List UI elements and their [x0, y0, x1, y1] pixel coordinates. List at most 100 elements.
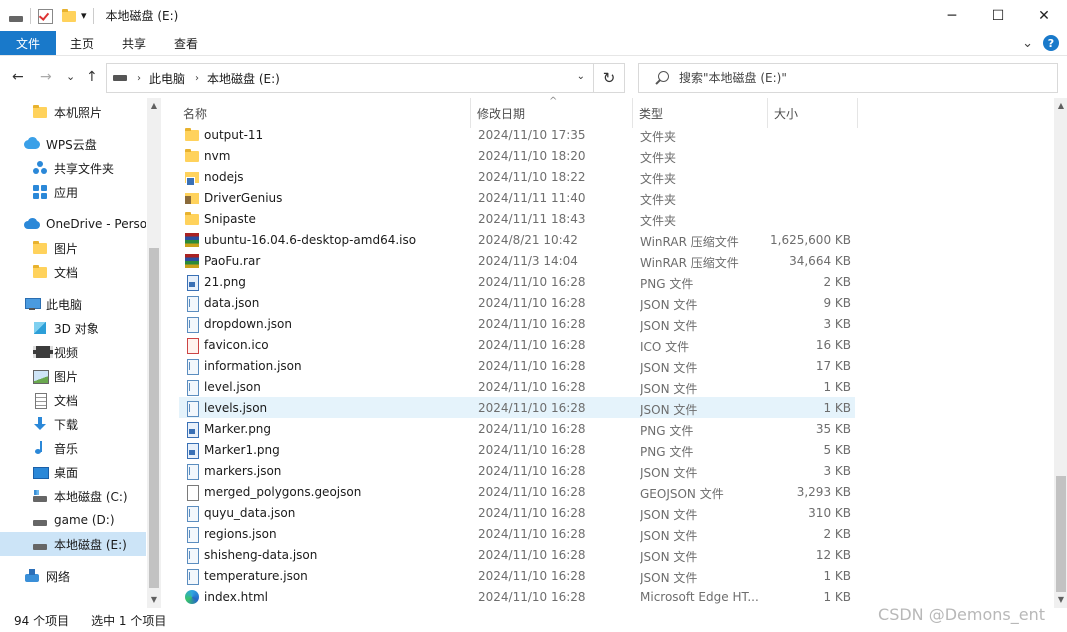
sidebar-item[interactable]: 共享文件夹 — [0, 156, 146, 180]
file-row[interactable]: merged_polygons.geojson 2024/11/10 16:28 G… — [179, 481, 855, 502]
tab-view[interactable]: 查看 — [160, 31, 212, 55]
sidebar-item[interactable]: 图片 — [0, 236, 146, 260]
file-size: 2 KB — [823, 527, 851, 541]
drive-icon[interactable] — [8, 8, 24, 24]
sidebar-item[interactable]: 本地磁盘 (C:) — [0, 484, 146, 508]
file-row[interactable]: dropdown.json 2024/11/10 16:28 JSON 文件 3 KB — [179, 313, 855, 334]
file-row[interactable]: 21.png 2024/11/10 16:28 PNG 文件 2 KB — [179, 271, 855, 292]
sidebar-item[interactable]: 下载 — [0, 412, 146, 436]
file-date: 2024/11/10 16:28 — [478, 401, 586, 415]
sidebar-item[interactable]: 网络 — [0, 564, 146, 588]
file-list-scrollbar[interactable]: ▲ ▼ — [1054, 98, 1067, 608]
scroll-down-icon[interactable]: ▼ — [1054, 592, 1067, 606]
sidebar-scrollbar[interactable]: ▲ ▼ — [147, 98, 161, 608]
file-date: 2024/11/10 16:28 — [478, 506, 586, 520]
file-row[interactable]: regions.json 2024/11/10 16:28 JSON 文件 2 KB — [179, 523, 855, 544]
up-arrow-icon[interactable]: ↑ — [86, 69, 98, 85]
file-row[interactable]: output-11 2024/11/10 17:35 文件夹 — [179, 124, 855, 145]
search-box[interactable] — [638, 63, 1058, 93]
recent-locations-icon[interactable]: ⌄ — [66, 70, 75, 83]
file-row[interactable]: ubuntu-16.04.6-desktop-amd64.iso 2024/8/2… — [179, 229, 855, 250]
file-row[interactable]: index.html 2024/11/10 16:28 Microsoft Edge… — [179, 586, 855, 607]
file-row[interactable]: PaoFu.rar 2024/11/3 14:04 WinRAR 压缩文件 34,66… — [179, 250, 855, 271]
sidebar-item[interactable]: 此电脑 — [0, 292, 146, 316]
refresh-button[interactable]: ↻ — [594, 63, 625, 93]
sidebar-item[interactable]: 视频 — [0, 340, 146, 364]
sidebar-item[interactable]: OneDrive - Perso — [0, 212, 146, 236]
sidebar-item[interactable]: 音乐 — [0, 436, 146, 460]
sidebar-item[interactable]: 3D 对象 — [0, 316, 146, 340]
tab-share[interactable]: 共享 — [108, 31, 160, 55]
chevron-right-icon[interactable]: › — [195, 73, 199, 84]
file-row[interactable]: markers.json 2024/11/10 16:28 JSON 文件 3 KB — [179, 460, 855, 481]
window-title: 本地磁盘 (E:) — [105, 9, 179, 23]
sidebar-item[interactable]: WPS云盘 — [0, 132, 146, 156]
maximize-button[interactable]: ☐ — [975, 0, 1021, 31]
close-button[interactable]: ✕ — [1021, 0, 1067, 31]
music-icon — [32, 440, 48, 456]
tab-home[interactable]: 主页 — [56, 31, 108, 55]
sidebar-item-label: 本地磁盘 (C:) — [54, 489, 128, 504]
minimize-button[interactable]: ─ — [929, 0, 975, 31]
sidebar-item[interactable]: game (D:) — [0, 508, 146, 532]
sidebar-item[interactable]: 文档 — [0, 388, 146, 412]
sidebar-scrollbar-thumb[interactable] — [149, 248, 159, 588]
tab-file[interactable]: 文件 — [0, 31, 56, 55]
file-row[interactable]: Snipaste 2024/11/11 18:43 文件夹 — [179, 208, 855, 229]
file-name: information.json — [204, 358, 302, 373]
file-name: nodejs — [204, 169, 244, 184]
json-icon — [184, 400, 200, 417]
file-row[interactable]: DriverGenius 2024/11/11 11:40 文件夹 — [179, 187, 855, 208]
file-row[interactable]: Marker1.png 2024/11/10 16:28 PNG 文件 5 KB — [179, 439, 855, 460]
file-name-cell: index.html — [184, 588, 268, 605]
file-row[interactable]: quyu_data.json 2024/11/10 16:28 JSON 文件 310… — [179, 502, 855, 523]
forward-arrow-icon[interactable]: → — [40, 69, 52, 85]
file-row[interactable]: Marker.png 2024/11/10 16:28 PNG 文件 35 KB — [179, 418, 855, 439]
file-row[interactable]: nvm 2024/11/10 18:20 文件夹 — [179, 145, 855, 166]
breadcrumb-current[interactable]: 本地磁盘 (E:) — [207, 70, 280, 87]
share-icon — [32, 160, 48, 176]
file-row[interactable]: shisheng-data.json 2024/11/10 16:28 JSON 文… — [179, 544, 855, 565]
sidebar-item[interactable]: 本地磁盘 (E:) — [0, 532, 146, 556]
file-row[interactable]: information.json 2024/11/10 16:28 JSON 文件 1… — [179, 355, 855, 376]
file-row[interactable]: favicon.ico 2024/11/10 16:28 ICO 文件 16 KB — [179, 334, 855, 355]
file-size: 9 KB — [823, 296, 851, 310]
sidebar-item[interactable]: 应用 — [0, 180, 146, 204]
file-row[interactable]: level.json 2024/11/10 16:28 JSON 文件 1 KB — [179, 376, 855, 397]
file-list-scrollbar-thumb[interactable] — [1056, 476, 1066, 592]
file-size: 3 KB — [823, 317, 851, 331]
scroll-up-icon[interactable]: ▲ — [1054, 98, 1067, 112]
file-row[interactable]: data.json 2024/11/10 16:28 JSON 文件 9 KB — [179, 292, 855, 313]
file-row[interactable]: temperature.json 2024/11/10 16:28 JSON 文件 1… — [179, 565, 855, 586]
file-name: merged_polygons.geojson — [204, 484, 362, 499]
file-name: PaoFu.rar — [204, 253, 261, 268]
quick-access-dropdown[interactable]: ▾ — [81, 9, 87, 22]
chevron-down-icon[interactable]: ⌄ — [577, 71, 585, 82]
file-name-cell: 21.png — [184, 273, 246, 291]
new-folder-icon[interactable] — [61, 8, 77, 24]
scroll-down-icon[interactable]: ▼ — [147, 592, 161, 606]
sidebar-item[interactable]: 文档 — [0, 260, 146, 284]
file-name-cell: favicon.ico — [184, 336, 269, 354]
toolbar-separator — [30, 7, 31, 24]
shortcut-folder-icon — [184, 169, 200, 186]
file-size: 16 KB — [815, 338, 851, 352]
back-arrow-icon[interactable]: ← — [12, 69, 24, 85]
search-input[interactable] — [679, 71, 1039, 85]
file-row[interactable]: levels.json 2024/11/10 16:28 JSON 文件 1 KB — [179, 397, 855, 418]
expand-ribbon-icon[interactable]: ⌄ — [1022, 36, 1033, 51]
file-name: markers.json — [204, 463, 282, 478]
file-row[interactable]: nodejs 2024/11/10 18:22 文件夹 — [179, 166, 855, 187]
window-controls: ─ ☐ ✕ — [929, 0, 1067, 31]
sidebar-item[interactable]: 本机照片 — [0, 100, 146, 124]
file-name: DriverGenius — [204, 190, 283, 205]
address-bar[interactable]: › 此电脑 › 本地磁盘 (E:) ⌄ — [106, 63, 594, 93]
chevron-right-icon[interactable]: › — [137, 73, 141, 84]
breadcrumb-this-pc[interactable]: 此电脑 — [149, 70, 185, 87]
sidebar-item[interactable]: 桌面 — [0, 460, 146, 484]
file-name-cell: Marker1.png — [184, 441, 280, 459]
scroll-up-icon[interactable]: ▲ — [147, 98, 161, 112]
properties-icon[interactable] — [37, 8, 53, 24]
help-icon[interactable]: ? — [1043, 35, 1059, 51]
sidebar-item[interactable]: 图片 — [0, 364, 146, 388]
